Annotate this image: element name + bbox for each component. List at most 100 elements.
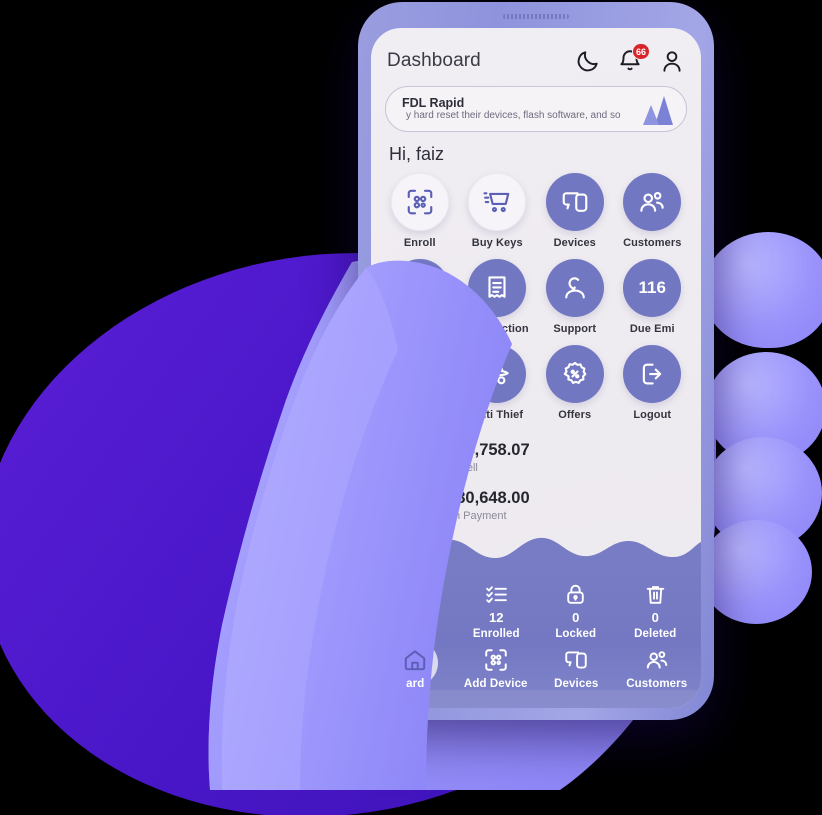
qr-scan-icon — [485, 649, 507, 671]
users-icon — [623, 173, 682, 231]
tile-label: Anti Thief — [471, 409, 524, 421]
checklist-icon — [485, 586, 507, 603]
tile-calculator[interactable]: Calculator — [381, 345, 459, 425]
cart-icon — [468, 173, 527, 231]
spy-hat-icon — [468, 345, 527, 403]
tile-label: Buy Keys — [471, 237, 523, 249]
stat-balance[interactable]: ce — [377, 582, 457, 640]
app-bar-actions: 66 — [575, 43, 685, 74]
bottom-nav: ard Add Device Devices Customers — [371, 647, 701, 690]
summary-row-texts: ₹2,80,648.00 Down Payment — [432, 489, 530, 523]
tile-label: Enroll — [403, 237, 436, 249]
promo-banner[interactable]: FDL Rapid y hard reset their devices, fl… — [385, 86, 687, 132]
tile-label: Support — [553, 323, 597, 335]
cart-icon — [389, 443, 419, 473]
tile-transaction[interactable]: Transaction — [459, 259, 537, 339]
tile-label: History — [400, 323, 440, 335]
user-icon[interactable] — [659, 48, 685, 74]
tile-offers[interactable]: Offers — [536, 345, 614, 425]
devices-icon — [565, 651, 587, 669]
phone-speaker-grill — [503, 14, 569, 19]
nav-label: Devices — [554, 678, 599, 690]
tile-label: Due Emi — [629, 323, 675, 335]
fdl-mountain-logo-icon — [634, 92, 678, 126]
nav-item-dashboard[interactable]: ard — [375, 647, 456, 690]
tile-label: Calculator — [392, 409, 448, 421]
promo-banner-texts: FDL Rapid y hard reset their devices, fl… — [402, 96, 634, 122]
stat-label: Deleted — [634, 628, 677, 640]
support-icon — [545, 259, 604, 317]
history-icon — [390, 259, 449, 317]
greeting-text: Hi, faiz — [389, 144, 445, 164]
stat-label: ce — [410, 613, 424, 625]
cart-icon — [389, 491, 419, 521]
stat-locked[interactable]: 0 Locked — [536, 582, 616, 640]
due-emi-count-badge: 116 — [623, 259, 682, 317]
receipt-icon — [468, 259, 527, 317]
stat-label: Locked — [555, 628, 597, 640]
nav-label: Customers — [626, 678, 688, 690]
finger-1 — [703, 232, 822, 348]
scene-root: Dashboard 66 FDL Rapid y hard reset thei… — [0, 0, 822, 815]
discount-icon — [545, 345, 604, 403]
due-emi-count: 116 — [638, 278, 666, 297]
calculator-icon — [390, 345, 449, 403]
nav-item-add-device[interactable]: Add Device — [456, 647, 537, 690]
app-bar: Dashboard 66 — [371, 28, 701, 80]
tile-label: Customers — [623, 237, 682, 249]
tile-customers[interactable]: Customers — [614, 173, 692, 253]
stat-deleted[interactable]: 0 Deleted — [616, 582, 696, 640]
phone-device: Dashboard 66 FDL Rapid y hard reset thei… — [358, 2, 714, 720]
bottom-panel: ce 12 Enrolled 0 Locked 0 Deleted ard Ad… — [371, 526, 701, 708]
summary-row-down-payment[interactable]: ₹2,80,648.00 Down Payment — [389, 483, 701, 531]
stats-bar: ce 12 Enrolled 0 Locked 0 Deleted ard Ad… — [371, 564, 701, 708]
summary-amount: ₹6,74,758.07 — [432, 441, 530, 459]
qr-scan-icon — [390, 173, 449, 231]
tile-devices[interactable]: Devices — [536, 173, 614, 253]
finger-4 — [700, 520, 812, 624]
tile-label: Transaction — [465, 323, 529, 335]
stat-value: 0 — [651, 610, 659, 625]
tile-buy-keys[interactable]: Buy Keys — [459, 173, 537, 253]
tile-label: Logout — [633, 409, 672, 421]
promo-banner-marquee: y hard reset their devices, flash softwa… — [406, 110, 621, 122]
logout-icon — [623, 345, 682, 403]
tile-label: Devices — [553, 237, 596, 249]
stats-row: ce 12 Enrolled 0 Locked 0 Deleted — [371, 564, 701, 646]
nav-rail — [371, 690, 701, 708]
summary-caption: Loan Sell — [432, 461, 478, 474]
nav-label: Add Device — [463, 678, 528, 690]
nav-label: ard — [406, 678, 425, 690]
home-icon — [405, 650, 426, 671]
tile-due-emi[interactable]: 116 Due Emi — [614, 259, 692, 339]
tile-support[interactable]: Support — [536, 259, 614, 339]
tile-label: Offers — [558, 409, 592, 421]
summary-row-texts: ₹6,74,758.07 Loan Sell — [432, 441, 530, 475]
shortcut-grid: Enroll Buy Keys Devices Customers Histor… — [371, 173, 701, 425]
phone-screen: Dashboard 66 FDL Rapid y hard reset thei… — [371, 28, 701, 708]
trash-icon — [646, 586, 664, 604]
summary-row-loan-sell[interactable]: ₹6,74,758.07 Loan Sell — [389, 435, 701, 483]
summary-list: ₹6,74,758.07 Loan Sell ₹2,80,648.00 Down… — [371, 425, 701, 531]
bell-icon[interactable]: 66 — [617, 43, 650, 74]
key-icon — [409, 585, 425, 602]
promo-banner-title: FDL Rapid — [402, 95, 465, 110]
stat-enrolled[interactable]: 12 Enrolled — [457, 582, 537, 640]
stat-value: 0 — [572, 610, 580, 625]
notification-badge: 66 — [631, 43, 650, 60]
stat-value: 12 — [489, 610, 504, 625]
tile-history[interactable]: History — [381, 259, 459, 339]
page-title: Dashboard — [387, 50, 481, 71]
moon-icon[interactable] — [575, 48, 601, 74]
users-icon — [646, 651, 667, 669]
tile-logout[interactable]: Logout — [614, 345, 692, 425]
lock-icon — [567, 584, 584, 604]
summary-caption: Down Payment — [432, 509, 507, 522]
tile-enroll[interactable]: Enroll — [381, 173, 459, 253]
tile-anti-thief[interactable]: Anti Thief — [459, 345, 537, 425]
nav-item-devices[interactable]: Devices — [536, 647, 617, 690]
stat-label: Enrolled — [472, 628, 520, 640]
nav-item-customers[interactable]: Customers — [617, 647, 698, 690]
summary-amount: ₹2,80,648.00 — [432, 489, 530, 508]
devices-icon — [545, 173, 604, 231]
